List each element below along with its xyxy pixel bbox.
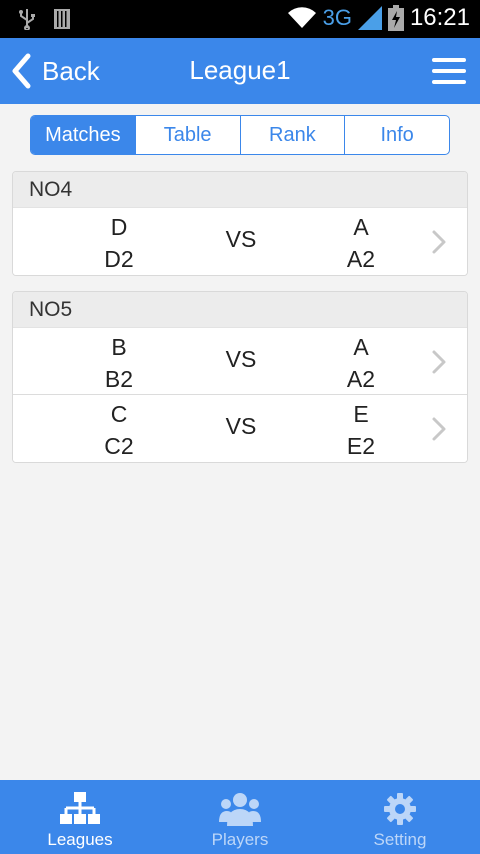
tab-table[interactable]: Table [136, 116, 241, 154]
barcode-icon [54, 9, 70, 29]
status-notifications [18, 8, 70, 30]
users-icon [219, 793, 261, 826]
menu-line [432, 69, 466, 73]
bottom-nav-label: Setting [373, 830, 427, 849]
away-team-name: A [353, 334, 369, 360]
bottom-nav-setting[interactable]: Setting [320, 780, 480, 854]
tab-matches[interactable]: Matches [31, 116, 136, 154]
home-team: D D2 [79, 211, 159, 275]
round-header: NO5 [13, 292, 467, 328]
gear-icon [384, 793, 416, 825]
chevron-right-icon [432, 230, 446, 254]
bottom-nav-leagues[interactable]: Leagues [0, 780, 160, 854]
home-team: C C2 [79, 398, 159, 462]
status-bar: 3G 16:21 [0, 0, 480, 38]
away-team-sub: A2 [346, 246, 376, 272]
vs-label: VS [225, 413, 257, 439]
menu-button[interactable] [432, 58, 466, 86]
page-title: League1 [189, 55, 291, 85]
home-team-sub: C2 [104, 433, 134, 459]
usb-icon [19, 9, 35, 30]
signal-icon [357, 6, 382, 30]
battery-icon [387, 5, 404, 31]
bottom-nav-label: Leagues [47, 830, 113, 849]
menu-line [432, 80, 466, 84]
tab-rank[interactable]: Rank [241, 116, 346, 154]
chevron-right-icon [432, 417, 446, 441]
hierarchy-icon [60, 792, 100, 824]
away-team: A A2 [321, 331, 401, 395]
away-team-sub: E2 [346, 433, 376, 459]
bottom-nav-players[interactable]: Players [160, 780, 320, 854]
wifi-icon [287, 7, 316, 29]
chevron-right-icon [432, 350, 446, 374]
vs-label: VS [225, 226, 257, 252]
match-row[interactable]: D D2 VS A A2 [13, 208, 467, 275]
round-header: NO4 [13, 172, 467, 208]
menu-line [432, 58, 466, 62]
bottom-nav-label: Players [211, 830, 269, 849]
nav-bar: Back League1 [0, 38, 480, 104]
bottom-nav: Leagues Players Setting [0, 780, 480, 854]
away-team: A A2 [321, 211, 401, 275]
match-row[interactable]: B B2 VS A A2 [13, 328, 467, 395]
home-team-name: C [110, 401, 128, 427]
status-system: 3G 16:21 [287, 4, 470, 32]
away-team: E E2 [321, 398, 401, 462]
segmented-tabs: Matches Table Rank Info [30, 115, 450, 155]
home-team-sub: B2 [104, 366, 134, 392]
away-team-name: E [353, 401, 369, 427]
home-team: B B2 [79, 331, 159, 395]
away-team-sub: A2 [346, 366, 376, 392]
network-type: 3G [322, 5, 352, 30]
tab-info[interactable]: Info [345, 116, 449, 154]
home-team-name: D [110, 214, 128, 240]
away-team-name: A [353, 214, 369, 240]
clock: 16:21 [409, 4, 470, 31]
round-group: NO4 D D2 VS A A2 [12, 171, 468, 276]
round-group: NO5 B B2 VS A A2 C C2 VS E E2 [12, 291, 468, 463]
home-team-name: B [111, 334, 127, 360]
vs-label: VS [225, 346, 257, 372]
match-row[interactable]: C C2 VS E E2 [13, 395, 467, 462]
home-team-sub: D2 [104, 246, 134, 272]
